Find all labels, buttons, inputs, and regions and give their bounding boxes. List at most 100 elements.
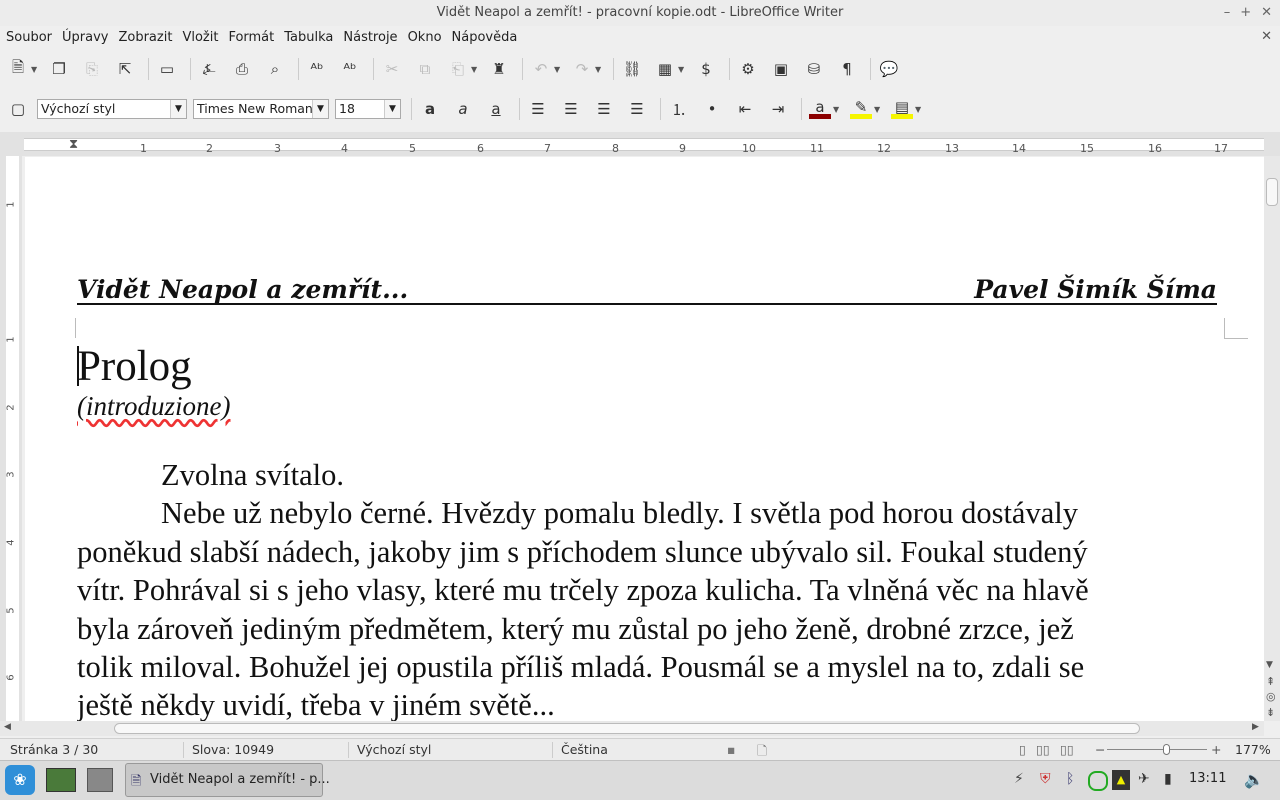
body-line[interactable]: Zvolna svítalo. [161, 458, 344, 493]
table-dropdown-icon[interactable]: ▼ [678, 65, 688, 74]
page-count[interactable]: Stránka 3 / 30 [10, 742, 98, 757]
print-preview-icon[interactable]: ⌕ [261, 55, 289, 83]
underline-icon[interactable]: a [482, 95, 510, 123]
scroll-right-arrow-icon[interactable]: ▶ [1252, 722, 1259, 732]
print-icon[interactable]: ⎙ [228, 55, 256, 83]
font-color-icon[interactable]: a [806, 95, 834, 123]
insert-mode-icon[interactable]: ▪ [727, 742, 735, 757]
zoom-slider-knob[interactable] [1163, 744, 1170, 755]
comment-icon[interactable]: 💬 [875, 55, 903, 83]
database-icon[interactable]: ⛁ [800, 55, 828, 83]
clone-formatting-icon[interactable]: ♜ [485, 55, 513, 83]
chevron-down-icon[interactable]: ▼ [384, 100, 400, 118]
security-icon[interactable]: ⛨ [1040, 771, 1051, 787]
zoom-level[interactable]: 177% [1235, 742, 1271, 757]
spellcheck-icon[interactable]: ᴬᵇ [303, 55, 331, 83]
next-page-icon[interactable]: ⇟ [1266, 706, 1275, 719]
increase-indent-icon[interactable]: ⇥ [764, 95, 792, 123]
chevron-down-icon[interactable]: ▼ [312, 100, 328, 118]
network-icon[interactable]: ⚡ [1014, 771, 1024, 787]
file-manager-icon[interactable] [87, 768, 113, 792]
numbered-list-icon[interactable]: ⒈ [665, 95, 693, 123]
navigator-icon[interactable]: ⚙ [734, 55, 762, 83]
templates-icon[interactable]: ❐ [45, 55, 73, 83]
body-line[interactable]: tolik miloval. Bohužel jej opustila příl… [77, 650, 1084, 685]
bold-icon[interactable]: a [416, 95, 444, 123]
sidebar-toggle-icon[interactable]: ▢ [4, 95, 32, 123]
zoom-slider[interactable] [1107, 749, 1207, 750]
new-dropdown-icon[interactable]: ▼ [31, 65, 41, 74]
auto-spellcheck-icon[interactable]: ᴬᵇ [336, 55, 364, 83]
font-name-select[interactable]: Times New Roman ▼ [193, 99, 329, 119]
track-changes-icon[interactable]: $ [692, 55, 720, 83]
bluetooth-icon[interactable]: ᛒ [1066, 771, 1074, 787]
menu-zobrazit[interactable]: Zobrazit [118, 30, 172, 45]
background-color-dropdown-icon[interactable]: ▼ [915, 105, 925, 114]
vertical-scrollbar[interactable] [1264, 156, 1280, 721]
cut-icon[interactable]: ✂ [378, 55, 406, 83]
align-justify-icon[interactable]: ☰ [623, 95, 651, 123]
chevron-down-icon[interactable]: ▼ [170, 100, 186, 118]
align-left-icon[interactable]: ☰ [524, 95, 552, 123]
maximize-button[interactable]: + [1240, 0, 1251, 26]
paste-icon[interactable]: ⎗ [444, 55, 472, 83]
body-line[interactable]: vítr. Pohrával si s jeho vlasy, které mu… [77, 573, 1089, 608]
vertical-scroll-thumb[interactable] [1266, 178, 1278, 206]
body-line[interactable]: Nebe už nebylo černé. Hvězdy pomalu bled… [161, 496, 1078, 531]
menu-soubor[interactable]: Soubor [6, 30, 52, 45]
menu-napoveda[interactable]: Nápověda [452, 30, 518, 45]
hyperlink-icon[interactable]: ⛓ [618, 55, 646, 83]
menu-okno[interactable]: Okno [408, 30, 442, 45]
formatting-marks-icon[interactable]: ¶ [833, 55, 861, 83]
single-page-view-icon[interactable]: ▯ [1019, 742, 1026, 757]
body-line[interactable]: ještě někdy uvidí, třeba v jiném světě..… [77, 688, 555, 721]
highlight-icon[interactable]: ✎ [847, 95, 875, 123]
start-menu-icon[interactable]: ❀ [5, 765, 35, 795]
decrease-indent-icon[interactable]: ⇤ [731, 95, 759, 123]
bullet-list-icon[interactable]: • [698, 95, 726, 123]
undo-icon[interactable]: ↶ [527, 55, 555, 83]
menu-vlozit[interactable]: Vložit [182, 30, 218, 45]
redo-dropdown-icon[interactable]: ▼ [595, 65, 605, 74]
body-line[interactable]: poněkud slabší nádech, jakoby jim s příc… [77, 535, 1088, 570]
close-document-icon[interactable]: ✕ [1261, 26, 1272, 48]
scroll-down-arrow-icon[interactable]: ▼ [1266, 660, 1273, 670]
table-icon[interactable]: ▦ [651, 55, 679, 83]
body-line[interactable]: byla zároveň jediným předmětem, který mu… [77, 612, 1074, 647]
chat-icon[interactable] [1088, 771, 1108, 791]
close-button[interactable]: ✕ [1261, 0, 1272, 26]
page-preview-icon[interactable]: ▭ [153, 55, 181, 83]
export-icon[interactable]: ⇱ [111, 55, 139, 83]
paragraph-style-select[interactable]: Výchozí styl ▼ [37, 99, 187, 119]
background-color-icon[interactable]: ▤ [888, 95, 916, 123]
indent-marker-icon[interactable]: ⧗ [69, 137, 78, 152]
book-view-icon[interactable]: ▯▯ [1060, 742, 1074, 757]
zoom-in-icon[interactable]: + [1211, 742, 1221, 757]
new-document-icon[interactable]: 🗎 [4, 55, 32, 83]
subheading[interactable]: (introduzione) [77, 391, 230, 422]
word-count[interactable]: Slova: 10949 [192, 742, 274, 757]
undo-dropdown-icon[interactable]: ▼ [554, 65, 564, 74]
language[interactable]: Čeština [561, 742, 608, 757]
menu-upravy[interactable]: Úpravy [62, 30, 108, 45]
horizontal-scroll-thumb[interactable] [114, 723, 1140, 734]
heading-prolog[interactable]: Prolog [77, 342, 192, 391]
menu-tabulka[interactable]: Tabulka [284, 30, 333, 45]
system-monitor-icon[interactable]: ▲ [1112, 770, 1130, 790]
zoom-out-icon[interactable]: − [1095, 742, 1105, 757]
multi-page-view-icon[interactable]: ▯▯ [1036, 742, 1050, 757]
paste-dropdown-icon[interactable]: ▼ [471, 65, 481, 74]
italic-icon[interactable]: a [449, 95, 477, 123]
scroll-left-arrow-icon[interactable]: ◀ [4, 722, 11, 732]
battery-icon[interactable]: ▮ [1164, 771, 1172, 787]
ruler-strip[interactable]: 1 2 3 4 5 6 7 8 9 10 11 12 13 14 15 16 1… [24, 137, 1264, 155]
minimize-button[interactable]: – [1224, 0, 1231, 26]
vertical-ruler-strip[interactable]: 1 1 2 3 4 5 6 [6, 156, 19, 721]
menu-nastroje[interactable]: Nástroje [343, 30, 397, 45]
align-right-icon[interactable]: ☰ [590, 95, 618, 123]
previous-page-icon[interactable]: ⇞ [1266, 675, 1275, 688]
save-icon[interactable]: ⎘ [78, 55, 106, 83]
page-style[interactable]: Výchozí styl [357, 742, 431, 757]
font-color-dropdown-icon[interactable]: ▼ [833, 105, 843, 114]
volume-icon[interactable]: 🔈 [1244, 770, 1264, 789]
